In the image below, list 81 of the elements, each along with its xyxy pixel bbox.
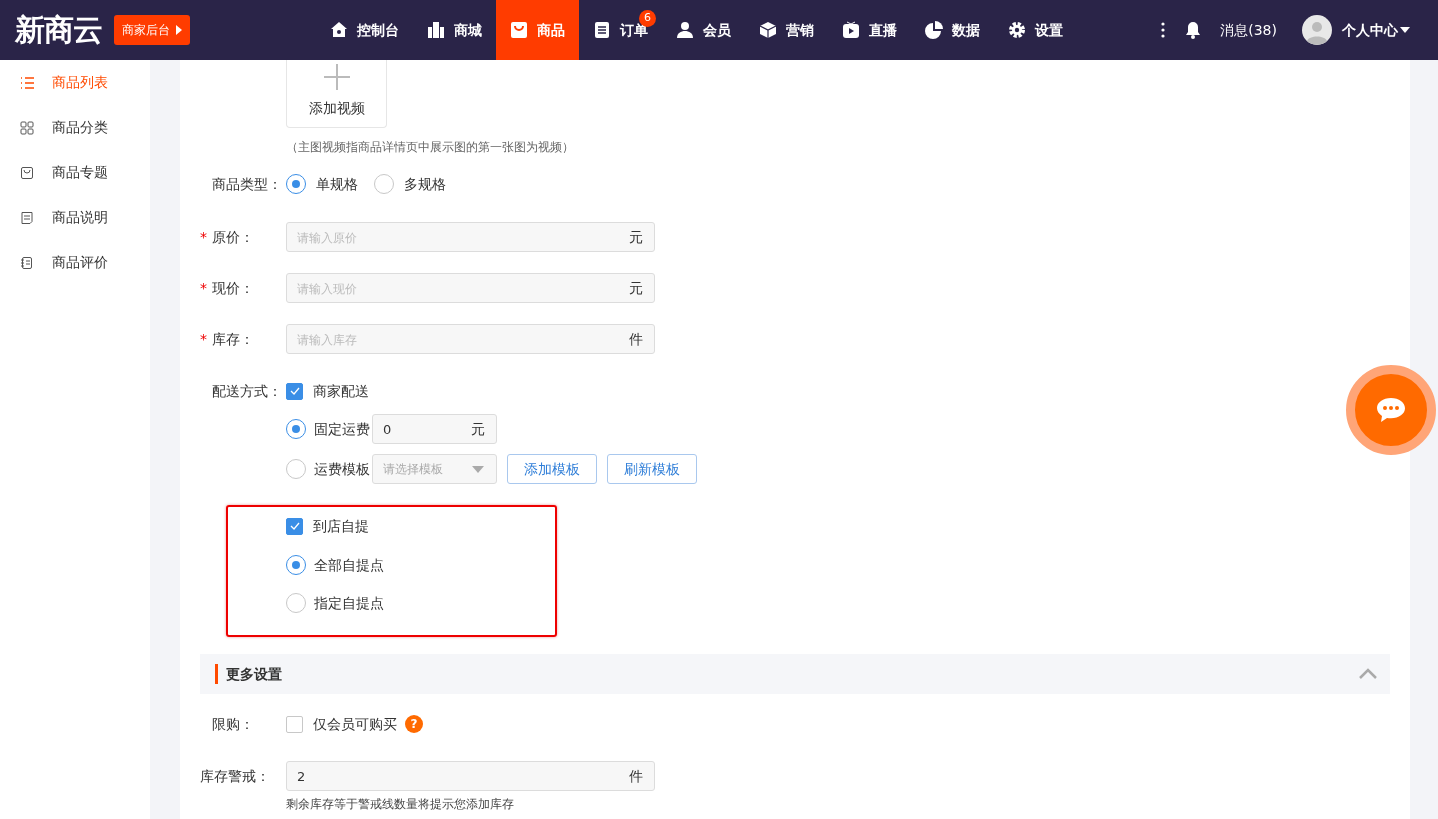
nav-tab[interactable]: 控制台 [316,0,413,60]
caret-down-icon [1400,27,1410,33]
field-label: 配送方式： [211,381,283,401]
bell-icon [1185,21,1202,39]
radio-button[interactable] [286,459,306,479]
option-label: 多规格 [404,174,446,194]
radio-button[interactable] [374,174,394,194]
tv-play-icon [842,21,860,39]
avatar-icon [1302,15,1332,45]
option-label: 单规格 [316,174,358,194]
option-label: 仅会员可购买 [313,714,397,734]
sidebar-item[interactable]: 商品分类 [0,105,150,150]
required-mark: * [200,329,208,349]
check-icon [289,387,300,395]
unit-label: 件 [629,330,643,348]
bag-icon [20,165,34,180]
add-video-button[interactable]: 添加视频 [286,60,387,128]
radio-button[interactable] [286,419,306,439]
merchant-backend-button[interactable]: 商家后台 [114,15,190,45]
document-icon [20,210,34,225]
template-button[interactable]: 添加模板 [507,454,597,484]
notebook-icon [20,255,34,270]
sidebar-item[interactable]: 商品专题 [0,150,150,195]
option-label: 到店自提 [313,516,369,536]
unit-label: 元 [629,279,643,297]
logo: 新商云 [15,15,102,45]
caret-down-icon [472,465,484,473]
template-button[interactable]: 刷新模板 [607,454,697,484]
home-icon [330,21,348,39]
user-menu[interactable]: 个人中心 [1332,0,1410,60]
messages-link[interactable]: 消息(38) [1220,19,1277,41]
nav-tab[interactable]: 会员 [662,0,745,60]
checkbox[interactable] [286,715,303,733]
radio-button[interactable] [286,555,306,575]
check-icon [289,522,300,530]
field-label: 限购： [211,714,255,734]
nav-tab[interactable]: 直播 [828,0,911,60]
pie-chart-icon [925,21,943,39]
required-mark: * [200,227,208,247]
nav-tab[interactable]: 设置 [994,0,1077,60]
list-icon [20,75,34,90]
more-icon [1161,22,1166,38]
chat-bubble-icon [1375,396,1407,424]
hint-text: 剩余库存等于警戒线数量将提示您添加库存 [286,796,515,813]
field-label: 原价： [212,228,254,245]
checkbox[interactable] [286,517,303,535]
clipboard-icon [593,21,611,39]
option-label: 运费模板 [314,459,370,479]
bag-icon [510,21,528,39]
hint-text: （主图视频指商品详情页中展示图的第一张图为视频） [286,139,575,156]
nav-tab[interactable]: 营销 [745,0,828,60]
required-mark: * [200,278,208,298]
sidebar-item[interactable]: 商品说明 [0,195,150,240]
unit-label: 元 [629,228,643,246]
plus-icon [323,64,350,90]
user-icon [676,21,694,39]
accent-bar [215,664,218,684]
building-icon [427,21,445,39]
unit-label: 件 [629,767,643,785]
unit-label: 元 [471,420,485,438]
help-icon: ? [405,715,423,733]
nav-tab[interactable]: 商品 [496,0,579,60]
nav-tab[interactable]: 商城 [413,0,496,60]
option-label: 全部自提点 [314,555,384,575]
caret-icon [176,25,182,35]
sidebar-item[interactable]: 商品评价 [0,240,150,285]
cube-icon [759,21,777,39]
radio-button[interactable] [286,174,306,194]
radio-button[interactable] [286,593,306,613]
nav-tab[interactable]: 数据 [911,0,994,60]
field-label: 库存： [212,330,254,347]
field-label: 商品类型： [211,174,283,194]
option-label: 固定运费 [314,419,370,439]
gear-icon [1008,21,1026,39]
field-label: 库存警戒： [200,766,271,786]
option-label: 指定自提点 [314,593,384,613]
grid-icon [20,120,34,135]
option-label: 商家配送 [313,381,369,401]
field-label: 现价： [212,279,254,296]
checkbox[interactable] [286,382,303,400]
section-title: 更多设置 [226,664,282,684]
